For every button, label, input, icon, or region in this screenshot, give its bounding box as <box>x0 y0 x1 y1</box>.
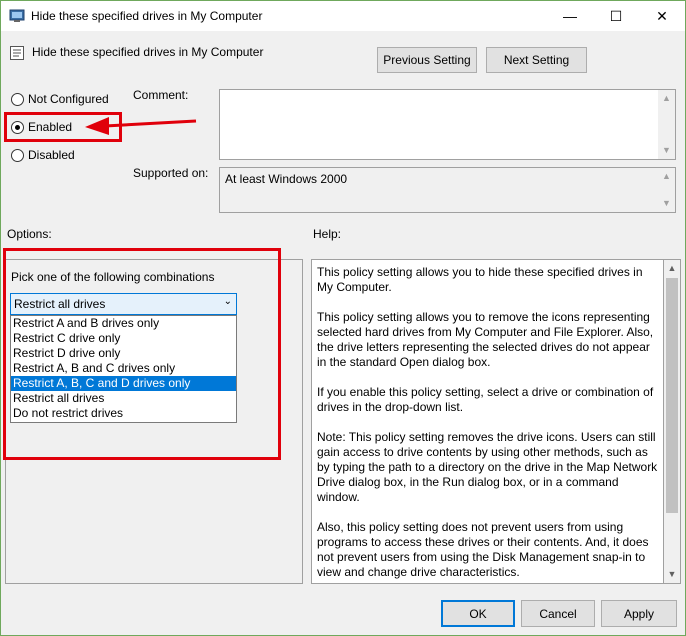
close-button[interactable]: ✕ <box>639 1 685 31</box>
minimize-button[interactable]: — <box>547 1 593 31</box>
cancel-button[interactable]: Cancel <box>521 600 595 627</box>
group-policy-app-icon <box>9 9 25 26</box>
help-paragraph: If you enable this policy setting, selec… <box>317 385 654 414</box>
ok-button[interactable]: OK <box>441 600 515 627</box>
supported-on-field: At least Windows 2000 ▲ ▼ <box>219 167 676 213</box>
scroll-down-arrow-icon[interactable]: ▼ <box>658 195 675 212</box>
maximize-button[interactable]: ☐ <box>593 1 639 31</box>
scroll-up-arrow-icon[interactable]: ▲ <box>658 90 675 107</box>
help-paragraph: Note: This policy setting removes the dr… <box>317 430 658 504</box>
help-scrollbar[interactable]: ▲ ▼ <box>664 259 681 584</box>
help-paragraph: This policy setting allows you to remove… <box>317 310 654 369</box>
help-panel: This policy setting allows you to hide t… <box>311 259 664 584</box>
scroll-down-arrow-icon[interactable]: ▼ <box>664 566 680 583</box>
radio-disabled-label: Disabled <box>28 148 75 162</box>
radio-not-configured-indicator[interactable] <box>11 93 24 106</box>
comment-scrollbar[interactable]: ▲ ▼ <box>658 90 675 159</box>
radio-not-configured-label: Not Configured <box>28 92 109 106</box>
help-paragraph: Also, this policy setting does not preve… <box>317 520 649 579</box>
comment-label: Comment: <box>133 88 189 102</box>
scroll-thumb[interactable] <box>666 278 678 513</box>
scroll-up-arrow-icon[interactable]: ▲ <box>664 260 680 277</box>
previous-setting-button[interactable]: Previous Setting <box>377 47 477 73</box>
supported-scrollbar[interactable]: ▲ ▼ <box>658 168 675 212</box>
apply-button[interactable]: Apply <box>601 600 677 627</box>
policy-dialog-window: Hide these specified drives in My Comput… <box>0 0 686 636</box>
comment-textarea[interactable]: ▲ ▼ <box>219 89 676 160</box>
next-setting-button[interactable]: Next Setting <box>486 47 587 73</box>
annotation-arrow-icon <box>85 117 197 135</box>
scroll-up-arrow-icon[interactable]: ▲ <box>658 168 675 185</box>
policy-title: Hide these specified drives in My Comput… <box>32 45 264 59</box>
title-bar: Hide these specified drives in My Comput… <box>1 1 685 31</box>
scroll-down-arrow-icon[interactable]: ▼ <box>658 142 675 159</box>
help-heading: Help: <box>313 227 342 241</box>
help-text: This policy setting allows you to hide t… <box>317 265 659 583</box>
options-heading: Options: <box>7 227 52 241</box>
window-title: Hide these specified drives in My Comput… <box>31 9 263 23</box>
supported-on-label: Supported on: <box>133 166 209 180</box>
annotation-highlight-options <box>3 248 281 460</box>
help-paragraph: This policy setting allows you to hide t… <box>317 265 643 294</box>
supported-on-value: At least Windows 2000 <box>225 172 348 186</box>
radio-disabled-indicator[interactable] <box>11 149 24 162</box>
policy-setting-icon <box>9 45 25 64</box>
